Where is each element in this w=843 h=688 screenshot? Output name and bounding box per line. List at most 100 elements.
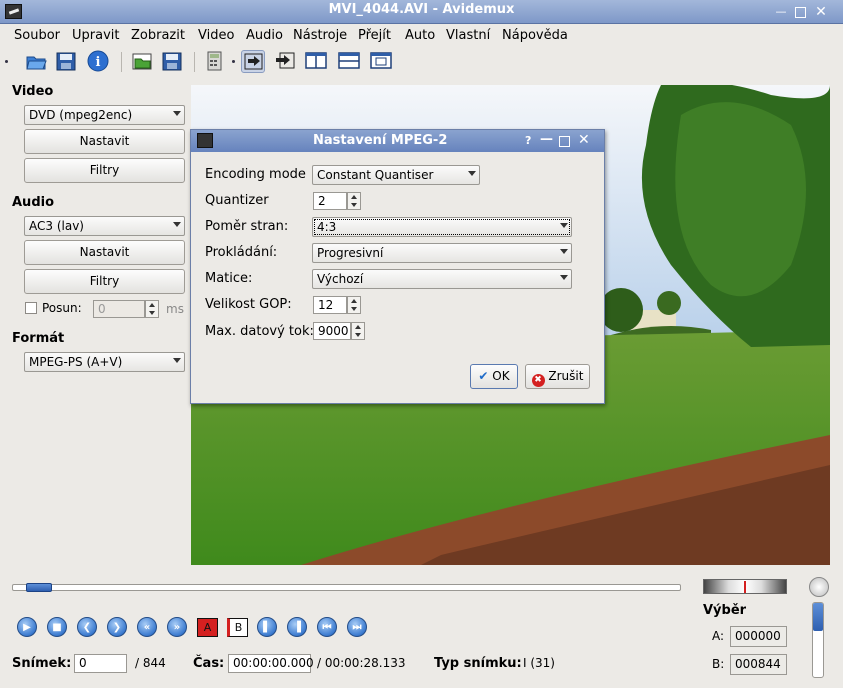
selection-b-field[interactable]: 000844 (730, 654, 787, 675)
minimize-icon[interactable]: — (774, 5, 788, 19)
shift-checkbox[interactable] (25, 302, 37, 314)
input-preview-icon[interactable] (241, 50, 265, 73)
open-video-icon[interactable] (130, 50, 154, 73)
aspect-ratio-label: Poměr stran: (205, 219, 289, 234)
save-video-icon[interactable] (160, 50, 184, 73)
dialog-minimize-icon[interactable]: — (540, 132, 553, 147)
video-heading: Video (12, 84, 54, 99)
encoding-mode-select[interactable]: Constant Quantiser (312, 165, 480, 185)
dialog-title-bar: Nastavení MPEG-2 ? — ✕ (191, 130, 604, 152)
menu-soubor[interactable]: Soubor (14, 28, 60, 43)
set-marker-b-button[interactable]: B (227, 618, 248, 637)
max-bitrate-label: Max. datový tok: (205, 324, 314, 339)
top-bottom-icon[interactable] (337, 50, 361, 73)
save-icon[interactable] (54, 50, 78, 73)
next-keyframe-button[interactable]: » (167, 617, 187, 637)
selection-b-label: B: (712, 657, 725, 671)
format-select[interactable]: MPEG-PS (A+V) (24, 352, 185, 372)
interlacing-select[interactable]: Progresivní (312, 243, 572, 263)
menu-bar: Soubor Upravit Zobrazit Video Audio Nást… (0, 25, 843, 47)
output-preview-icon[interactable] (273, 50, 297, 73)
shift-spinner-buttons[interactable] (145, 300, 159, 318)
frame-field[interactable]: 0 (74, 654, 127, 673)
stop-button[interactable]: ■ (47, 617, 67, 637)
chevron-down-icon (560, 275, 568, 280)
play-button[interactable]: ▶ (17, 617, 37, 637)
next-frame-button[interactable]: ❯ (107, 617, 127, 637)
calculator-icon[interactable] (202, 50, 226, 73)
picture-in-picture-icon[interactable] (369, 50, 393, 73)
frame-type-value: I (31) (523, 656, 555, 670)
open-folder-icon[interactable] (24, 50, 48, 73)
quantizer-field[interactable]: 2 (313, 192, 347, 210)
checkmark-icon: ✔ (478, 369, 489, 383)
goto-marker-a-button[interactable]: ▌ (257, 617, 277, 637)
menu-vlastni[interactable]: Vlastní (446, 28, 490, 43)
dialog-app-icon (197, 133, 213, 148)
max-bitrate-field[interactable]: 9000 (313, 322, 351, 340)
frame-total: / 844 (135, 656, 166, 670)
chevron-down-icon (173, 358, 181, 363)
maximize-icon[interactable] (795, 7, 806, 18)
close-icon[interactable]: ✕ (814, 5, 828, 19)
ok-button[interactable]: ✔ OK (470, 364, 518, 389)
previous-frame-button[interactable]: ❮ (77, 617, 97, 637)
audio-heading: Audio (12, 195, 55, 210)
dialog-close-icon[interactable]: ✕ (578, 132, 590, 148)
menu-audio[interactable]: Audio (246, 28, 283, 43)
max-bitrate-spinner[interactable] (351, 322, 365, 340)
dialog-maximize-icon[interactable] (559, 136, 570, 147)
set-marker-a-button[interactable]: A (197, 618, 218, 637)
chevron-down-icon (173, 222, 181, 227)
volume-icon[interactable] (809, 577, 829, 597)
cancel-icon: ✖ (531, 374, 545, 387)
frame-label: Snímek: (12, 656, 72, 671)
volume-slider[interactable] (812, 602, 824, 678)
quantizer-label: Quantizer (205, 193, 269, 208)
chevron-down-icon (560, 223, 568, 228)
video-filters-button[interactable]: Filtry (24, 158, 185, 183)
svg-text:i: i (96, 55, 101, 70)
aspect-ratio-select[interactable]: 4:3 (312, 217, 572, 237)
mpeg2-settings-dialog: Nastavení MPEG-2 ? — ✕ Encoding mode Con… (190, 129, 605, 404)
gop-size-field[interactable]: 12 (313, 296, 347, 314)
menu-upravit[interactable]: Upravit (72, 28, 119, 43)
dialog-help-button[interactable]: ? (525, 134, 531, 147)
menu-napoveda[interactable]: Nápověda (502, 28, 568, 43)
interlacing-label: Prokládání: (205, 245, 278, 260)
goto-start-button[interactable]: ⏮ (317, 617, 337, 637)
video-codec-select[interactable]: DVD (mpeg2enc) (24, 105, 185, 125)
side-by-side-icon[interactable] (304, 50, 328, 73)
shift-value-field[interactable]: 0 (93, 300, 145, 318)
menu-zobrazit[interactable]: Zobrazit (131, 28, 185, 43)
audio-filters-button[interactable]: Filtry (24, 269, 185, 294)
aspect-ratio-value: 4:3 (317, 220, 337, 234)
selection-a-field[interactable]: 000000 (730, 626, 787, 647)
marker-a-label: A (203, 621, 212, 634)
menu-auto[interactable]: Auto (405, 28, 435, 43)
audio-configure-button[interactable]: Nastavit (24, 240, 185, 265)
video-configure-button[interactable]: Nastavit (24, 129, 185, 154)
info-icon[interactable]: i (86, 50, 110, 73)
seek-handle[interactable] (26, 583, 52, 592)
time-field[interactable]: 00:00:00.000 (228, 654, 314, 673)
volume-slider-handle[interactable] (813, 603, 823, 631)
cancel-button[interactable]: ✖ Zrušit (525, 364, 590, 389)
jog-shuttle[interactable] (703, 579, 787, 594)
audio-codec-select[interactable]: AC3 (lav) (24, 216, 185, 236)
goto-end-button[interactable]: ⏭ (347, 617, 367, 637)
quantizer-spinner[interactable] (347, 192, 361, 210)
seek-bar[interactable] (12, 583, 681, 592)
selection-a-label: A: (712, 629, 725, 643)
toolbar-handle (5, 60, 8, 63)
matrix-select[interactable]: Výchozí (312, 269, 572, 289)
time-total: / 00:00:28.133 (317, 656, 406, 670)
gop-size-spinner[interactable] (347, 296, 361, 314)
chevron-down-icon (560, 249, 568, 254)
menu-video[interactable]: Video (198, 28, 234, 43)
previous-keyframe-button[interactable]: « (137, 617, 157, 637)
ok-button-label: OK (492, 369, 510, 383)
goto-marker-b-button[interactable]: ▐ (287, 617, 307, 637)
menu-prejit[interactable]: Přejít (358, 28, 391, 43)
menu-nastroje[interactable]: Nástroje (293, 28, 347, 43)
